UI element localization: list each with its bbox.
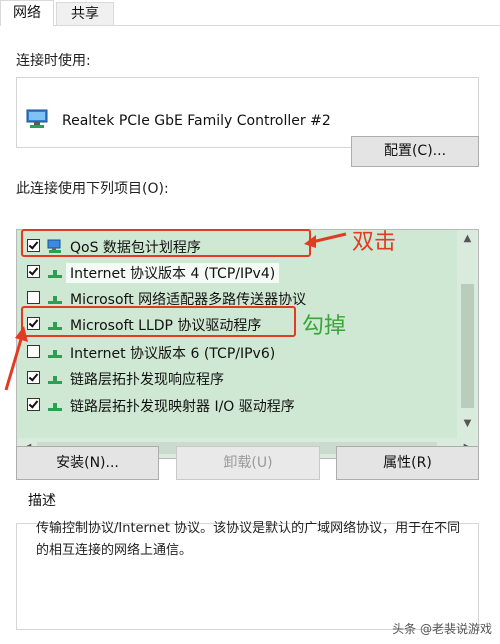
configure-button[interactable]: 配置(C)... <box>351 136 479 167</box>
scroll-down-icon[interactable]: ▼ <box>457 418 478 429</box>
list-item-label: Internet 协议版本 4 (TCP/IPv4) <box>66 263 280 283</box>
install-button[interactable]: 安装(N)... <box>16 446 159 480</box>
scroll-thumb[interactable] <box>461 284 474 408</box>
annotation-uncheck: 勾掉 <box>302 314 347 339</box>
items-label: 此连接使用下列项目(O): <box>16 181 169 197</box>
checkbox[interactable] <box>27 398 40 411</box>
description-title: 描述 <box>24 490 60 510</box>
properties-button[interactable]: 属性(R) <box>336 446 479 480</box>
protocol-icon <box>48 296 62 304</box>
tab-bar: 网络 共享 <box>0 0 500 27</box>
checkbox[interactable] <box>27 265 40 278</box>
properties-page: 连接时使用: Realtek PCIe GbE Family Controlle… <box>0 26 500 644</box>
list-item-label: 链路层拓扑发现响应程序 <box>70 372 224 388</box>
annotation-box-ipv6 <box>21 306 296 337</box>
checkbox[interactable] <box>27 291 40 304</box>
uninstall-button[interactable]: 卸载(U) <box>176 446 320 480</box>
list-item-lltd-responder[interactable]: 链路层拓扑发现响应程序 <box>17 365 455 391</box>
annotation-box-ipv4 <box>21 229 311 257</box>
items-list[interactable]: QoS 数据包计划程序 Internet 协议版本 4 (TCP/IPv4) M… <box>16 229 479 459</box>
protocol-icon <box>48 403 62 411</box>
description-text: 传输控制协议/Internet 协议。该协议是默认的广域网络协议，用于在不同的相… <box>36 521 461 558</box>
tab-network[interactable]: 网络 <box>0 0 54 27</box>
scroll-up-icon[interactable]: ▲ <box>457 233 478 244</box>
list-item-label: 链路层拓扑发现映射器 I/O 驱动程序 <box>70 399 295 415</box>
arrow-icon <box>304 232 347 248</box>
tab-sharing[interactable]: 共享 <box>56 2 114 26</box>
protocol-icon <box>48 270 62 278</box>
adapter-name: Realtek PCIe GbE Family Controller #2 <box>62 113 331 129</box>
list-item-label: Internet 协议版本 6 (TCP/IPv6) <box>70 346 276 362</box>
protocol-icon <box>48 376 62 384</box>
vertical-scrollbar[interactable]: ▲ ▼ <box>457 230 478 440</box>
watermark: 头条 @老裴说游戏 <box>392 622 492 636</box>
annotation-double-click: 双击 <box>352 230 397 255</box>
connect-using-label: 连接时使用: <box>16 53 91 69</box>
list-item-ipv6[interactable]: Internet 协议版本 6 (TCP/IPv6) <box>17 339 455 365</box>
network-adapter-icon <box>26 109 48 128</box>
arrow-icon <box>4 326 28 391</box>
protocol-icon <box>48 350 62 358</box>
list-item-lltd-mapper[interactable]: 链路层拓扑发现映射器 I/O 驱动程序 <box>17 392 455 418</box>
list-item-ipv4[interactable]: Internet 协议版本 4 (TCP/IPv4) <box>17 259 455 285</box>
